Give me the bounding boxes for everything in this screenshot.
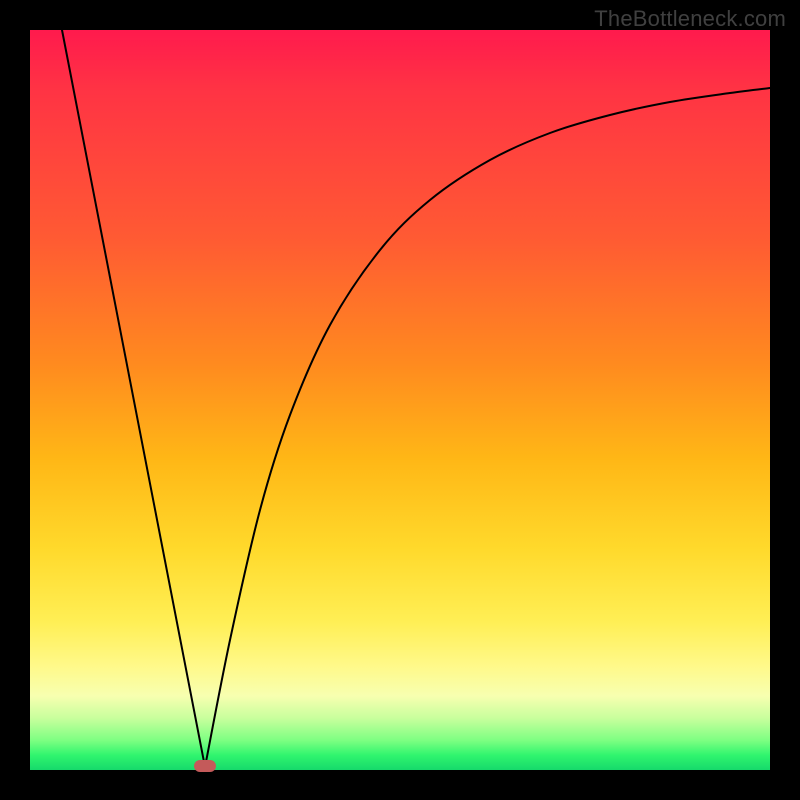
watermark-text: TheBottleneck.com [594, 6, 786, 32]
optimal-marker [194, 760, 216, 772]
chart-frame: TheBottleneck.com [0, 0, 800, 800]
curve-path [62, 30, 770, 767]
bottleneck-curve [30, 30, 770, 770]
plot-area [30, 30, 770, 770]
